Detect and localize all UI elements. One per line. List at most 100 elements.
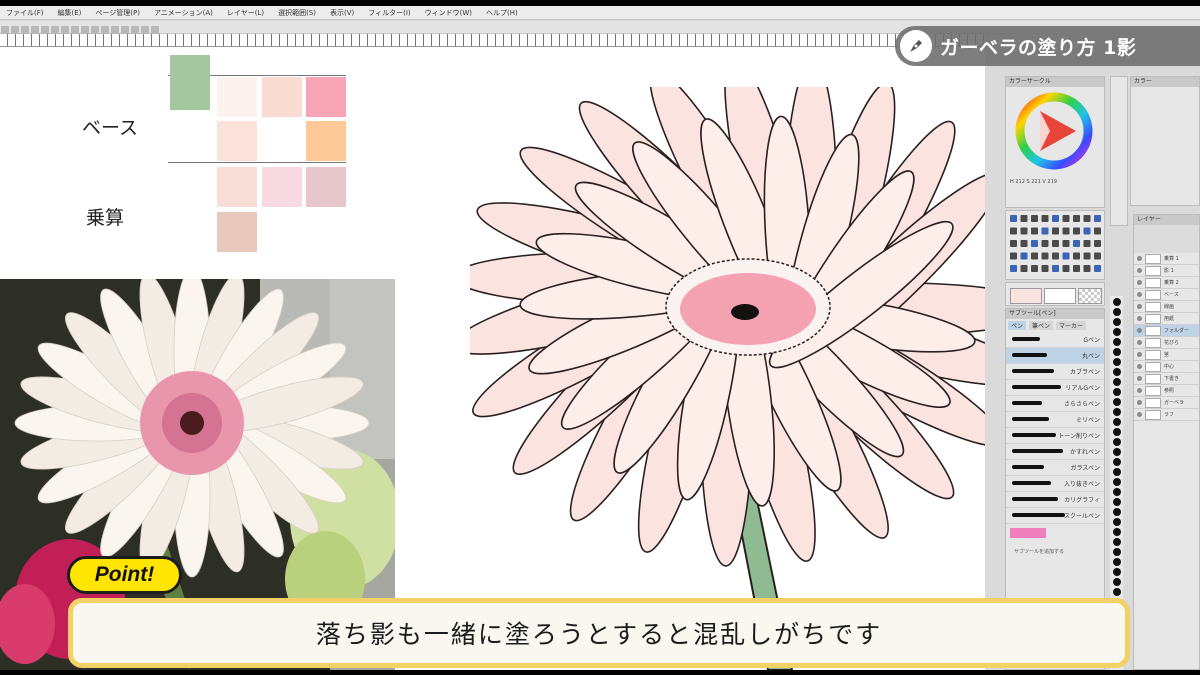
brush-item[interactable]: カブラペン — [1006, 364, 1104, 380]
layer-row[interactable]: 乗算 2 — [1134, 277, 1199, 289]
brush-item[interactable]: リアルGペン — [1006, 380, 1104, 396]
horizontal-ruler — [0, 34, 985, 47]
eye-icon[interactable] — [1137, 400, 1142, 405]
main-color-swatch[interactable] — [1010, 288, 1042, 304]
tool-icons[interactable] — [1006, 211, 1104, 279]
layer-thumbnail — [1145, 349, 1161, 360]
eye-icon[interactable] — [1137, 412, 1142, 417]
navigator-strip — [1110, 76, 1128, 226]
base-color-swatch[interactable] — [217, 77, 257, 117]
brush-stroke-preview — [1012, 465, 1044, 469]
layer-name: ラフ — [1164, 412, 1175, 418]
multiply-label: 乗算 — [86, 207, 125, 229]
menu-item[interactable]: 表示(V) — [330, 8, 354, 18]
layer-name: フォルダー — [1164, 328, 1190, 334]
menu-item[interactable]: フィルター(I) — [368, 8, 410, 18]
menu-item[interactable]: 編集(E) — [58, 8, 82, 18]
eye-icon[interactable] — [1137, 388, 1142, 393]
multiply-color-swatch[interactable] — [262, 167, 302, 207]
color-wheel[interactable] — [1006, 87, 1104, 175]
eye-icon[interactable] — [1137, 280, 1142, 285]
multiply-color-swatch[interactable] — [217, 212, 257, 252]
layer-name: 中心 — [1164, 364, 1175, 370]
eye-icon[interactable] — [1137, 328, 1142, 333]
brush-item[interactable]: さらさらペン — [1006, 396, 1104, 412]
brush-tab[interactable]: 筆ペン — [1029, 321, 1054, 330]
layer-row[interactable]: 中心 — [1134, 361, 1199, 373]
subtool-header: サブツール[ペン] — [1006, 309, 1104, 319]
menu-item[interactable]: ファイル(F) — [6, 8, 44, 18]
layer-header: レイヤー — [1134, 215, 1199, 225]
layer-thumbnail — [1145, 313, 1161, 324]
color-set-header: カラー — [1131, 77, 1199, 87]
brush-item[interactable]: トーン削りペン — [1006, 428, 1104, 444]
eye-icon[interactable] — [1137, 316, 1142, 321]
menu-item[interactable]: ヘルプ(H) — [486, 8, 518, 18]
brush-item[interactable]: Gペン — [1006, 332, 1104, 348]
layer-row[interactable]: フォルダー — [1134, 325, 1199, 337]
menu-item[interactable]: アニメーション(A) — [154, 8, 213, 18]
transparent-swatch[interactable] — [1078, 288, 1102, 304]
layer-row[interactable]: 下書き — [1134, 373, 1199, 385]
brush-tab[interactable]: ペン — [1008, 321, 1027, 330]
eye-icon[interactable] — [1137, 304, 1142, 309]
layer-property-bar — [1134, 225, 1199, 253]
eye-icon[interactable] — [1137, 340, 1142, 345]
sub-color-swatch[interactable] — [1044, 288, 1076, 304]
layer-name: 影 1 — [1164, 268, 1174, 274]
brush-stroke-preview — [1012, 369, 1054, 373]
layer-thumbnail — [1145, 361, 1161, 372]
layer-row[interactable]: 線画 — [1134, 301, 1199, 313]
eye-icon[interactable] — [1137, 352, 1142, 357]
add-subtool-link[interactable]: サブツールを追加する — [1006, 542, 1104, 561]
layer-name: 茎 — [1164, 352, 1170, 358]
brush-name: 丸ペン — [1081, 353, 1100, 360]
menu-item[interactable]: ページ管理(P) — [95, 8, 140, 18]
brush-tab[interactable]: マーカー — [1056, 321, 1087, 330]
base-color-swatch[interactable] — [306, 121, 346, 161]
right-panels: カラーサークル H 212 S 221 V 219 サブツール[ペン] ペン 筆… — [985, 34, 1200, 670]
brush-item[interactable]: 丸ペン — [1006, 348, 1104, 364]
brush-name: ミリペン — [1075, 417, 1100, 424]
layer-row[interactable]: ベース — [1134, 289, 1199, 301]
layer-row[interactable]: 影 1 — [1134, 265, 1199, 277]
menu-item[interactable]: レイヤー(L) — [227, 8, 264, 18]
base-color-swatch[interactable] — [262, 77, 302, 117]
layer-thumbnail — [1145, 325, 1161, 336]
layer-row[interactable]: 用紙 — [1134, 313, 1199, 325]
menu-item[interactable]: 選択範囲(S) — [278, 8, 316, 18]
brush-item[interactable]: ガラスペン — [1006, 460, 1104, 476]
layer-row[interactable]: ガーベラ — [1134, 397, 1199, 409]
brush-item[interactable]: スクールペン — [1006, 508, 1104, 524]
eye-icon[interactable] — [1137, 292, 1142, 297]
multiply-color-swatch[interactable] — [217, 167, 257, 207]
base-color-swatch[interactable] — [306, 77, 346, 117]
brush-item[interactable]: かすれペン — [1006, 444, 1104, 460]
layer-row[interactable]: 乗算 1 — [1134, 253, 1199, 265]
brush-stroke-preview — [1012, 337, 1040, 341]
layer-name: ベース — [1164, 292, 1179, 298]
brush-item[interactable]: ミリペン — [1006, 412, 1104, 428]
layer-row[interactable]: 茎 — [1134, 349, 1199, 361]
layer-row[interactable]: ラフ — [1134, 409, 1199, 421]
menu-item[interactable]: ウィンドウ(W) — [425, 8, 472, 18]
eye-icon[interactable] — [1137, 376, 1142, 381]
base-color-swatch[interactable] — [217, 121, 257, 161]
layer-row[interactable]: 参照 — [1134, 385, 1199, 397]
brush-item[interactable]: 入り抜きペン — [1006, 476, 1104, 492]
eye-icon[interactable] — [1137, 256, 1142, 261]
brush-name: スクールペン — [1063, 513, 1100, 520]
video-title-badge: ガーベラの塗り方 1影 — [895, 26, 1200, 66]
multiply-color-swatch[interactable] — [306, 167, 346, 207]
layer-thumbnail — [1145, 409, 1161, 420]
brush-stroke-preview — [1012, 513, 1065, 517]
eye-icon[interactable] — [1137, 268, 1142, 273]
layer-thumbnail — [1145, 397, 1161, 408]
eye-icon[interactable] — [1137, 364, 1142, 369]
layer-row[interactable]: 花びら — [1134, 337, 1199, 349]
color-swatch-panel — [1005, 282, 1105, 306]
base-color-swatch[interactable] — [170, 55, 210, 110]
layer-thumbnail — [1145, 373, 1161, 384]
tool-palette — [1005, 210, 1105, 280]
brush-item[interactable]: カリグラフィ — [1006, 492, 1104, 508]
